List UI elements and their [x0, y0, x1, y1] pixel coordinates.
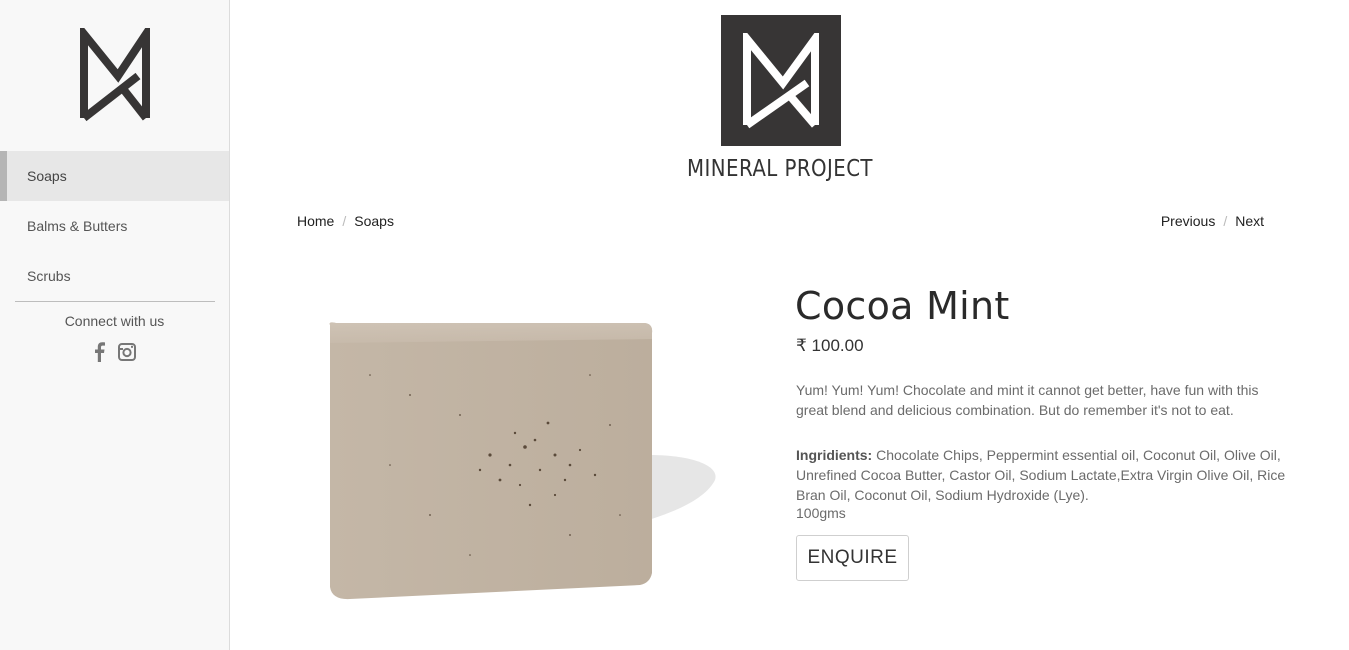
breadcrumb-separator: / [342, 213, 347, 229]
ingredients-label: Ingridients: [796, 447, 873, 463]
monogram-logo-icon[interactable] [78, 28, 152, 122]
sidebar-item-soaps[interactable]: Soaps [0, 151, 229, 201]
enquire-button[interactable]: ENQUIRE [796, 535, 909, 581]
product-pager: Previous / Next [1161, 213, 1264, 229]
product-weight: 100gms [796, 505, 846, 521]
instagram-icon[interactable] [117, 343, 136, 366]
sidebar: Soaps Balms & Butters Scrubs Connect wit… [0, 0, 230, 650]
product-description: Yum! Yum! Yum! Chocolate and mint it can… [796, 382, 1259, 418]
breadcrumb: Home / Soaps [297, 213, 394, 229]
sidebar-item-scrubs[interactable]: Scrubs [0, 251, 229, 301]
pager-separator: / [1223, 213, 1228, 229]
next-link[interactable]: Next [1235, 213, 1264, 229]
brand-name: MINERAL PROJECT [687, 156, 873, 182]
facebook-icon[interactable] [93, 342, 106, 367]
product-title: Cocoa Mint [795, 284, 1010, 328]
product-price: ₹ 100.00 [796, 336, 864, 355]
breadcrumb-soaps-link[interactable]: Soaps [354, 213, 394, 229]
social-links [0, 342, 229, 367]
product-ingredients: Ingridients: Chocolate Chips, Peppermint… [796, 445, 1286, 505]
sidebar-nav: Soaps Balms & Butters Scrubs [0, 151, 229, 301]
previous-link[interactable]: Previous [1161, 213, 1215, 229]
monogram-logo-icon [743, 33, 819, 129]
breadcrumb-home-link[interactable]: Home [297, 213, 334, 229]
sidebar-divider [15, 301, 215, 302]
brand-logo[interactable] [721, 15, 841, 146]
product-image [329, 322, 716, 600]
sidebar-item-balms-butters[interactable]: Balms & Butters [0, 201, 229, 251]
connect-label: Connect with us [64, 313, 165, 329]
